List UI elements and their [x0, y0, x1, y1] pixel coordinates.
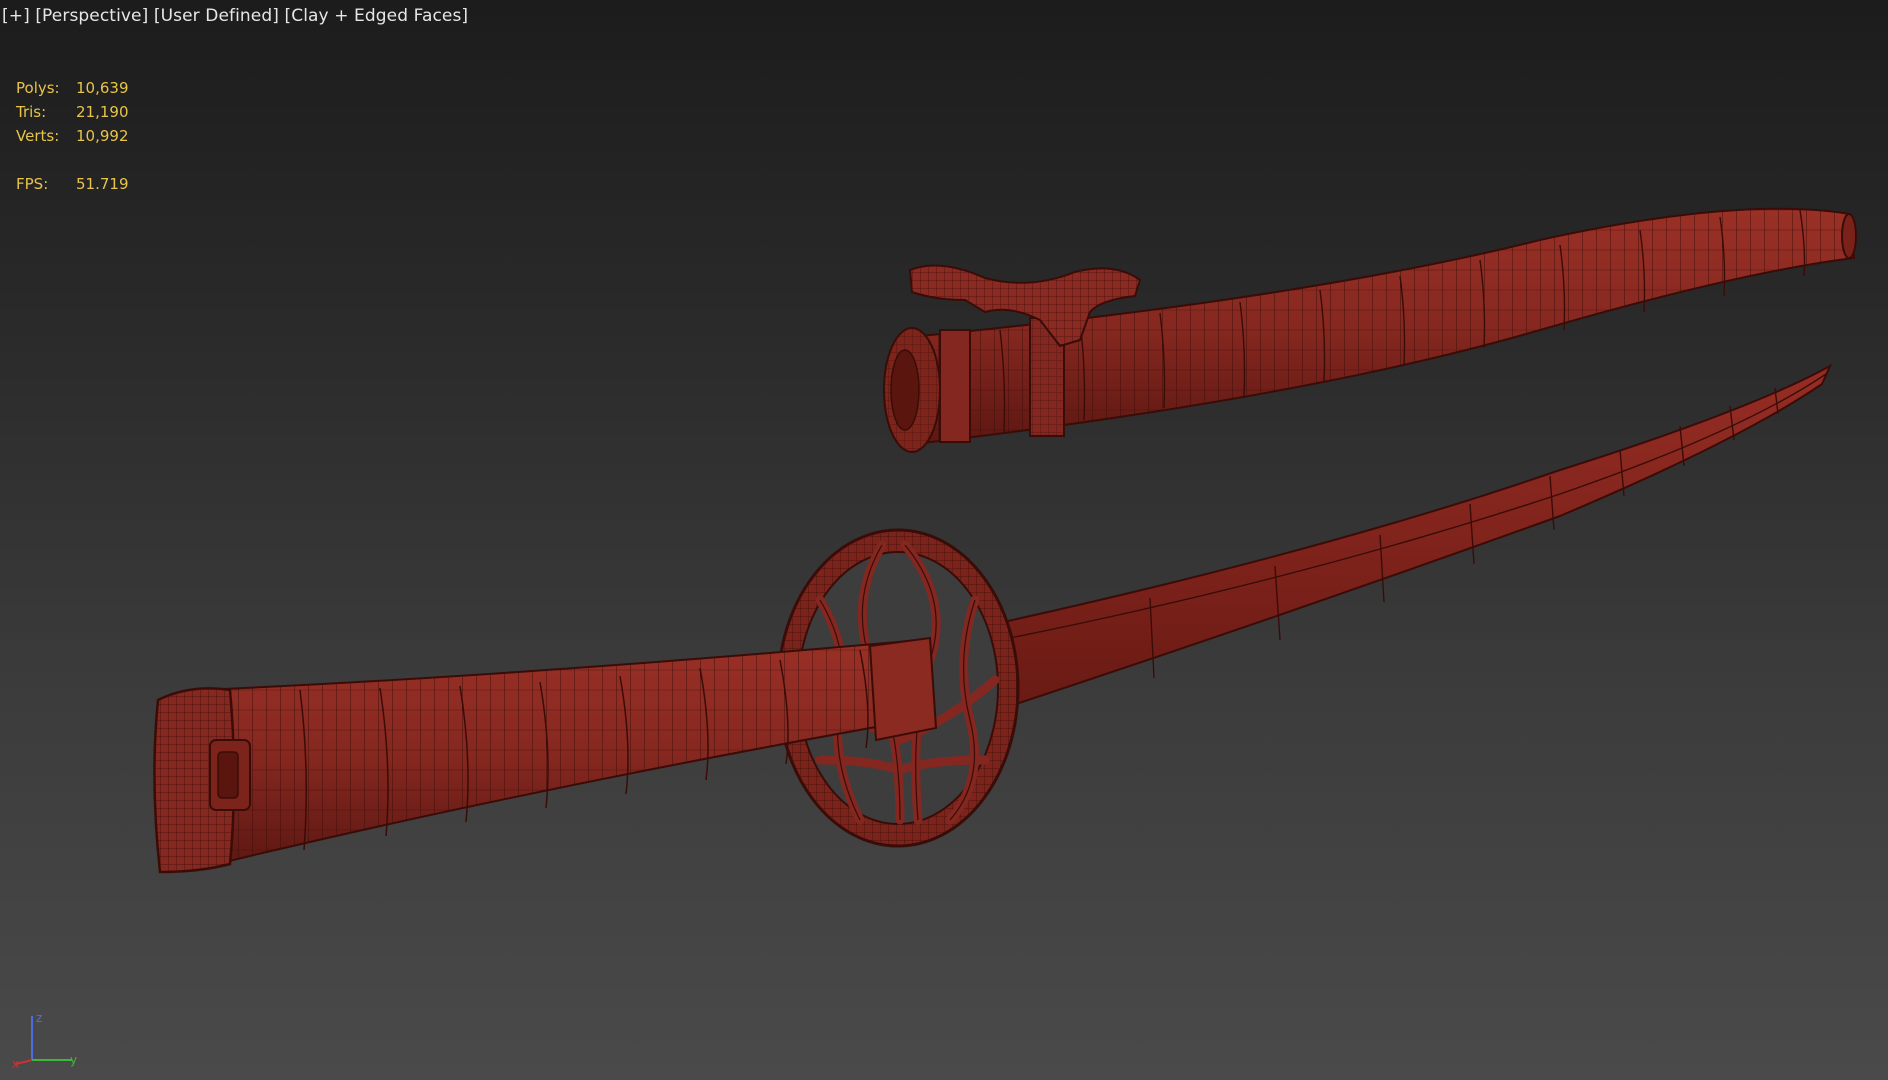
scene-canvas[interactable]: [0, 0, 1888, 1080]
axis-x-label: x: [12, 1057, 19, 1070]
axis-y-label: y: [70, 1053, 77, 1067]
scabbard-mesh[interactable]: [883, 207, 1857, 453]
perspective-viewport[interactable]: [+] [Perspective] [User Defined] [Clay +…: [0, 0, 1888, 1080]
axis-z-label: z: [36, 1011, 42, 1025]
axis-gizmo-icon: z x y: [12, 1011, 77, 1070]
